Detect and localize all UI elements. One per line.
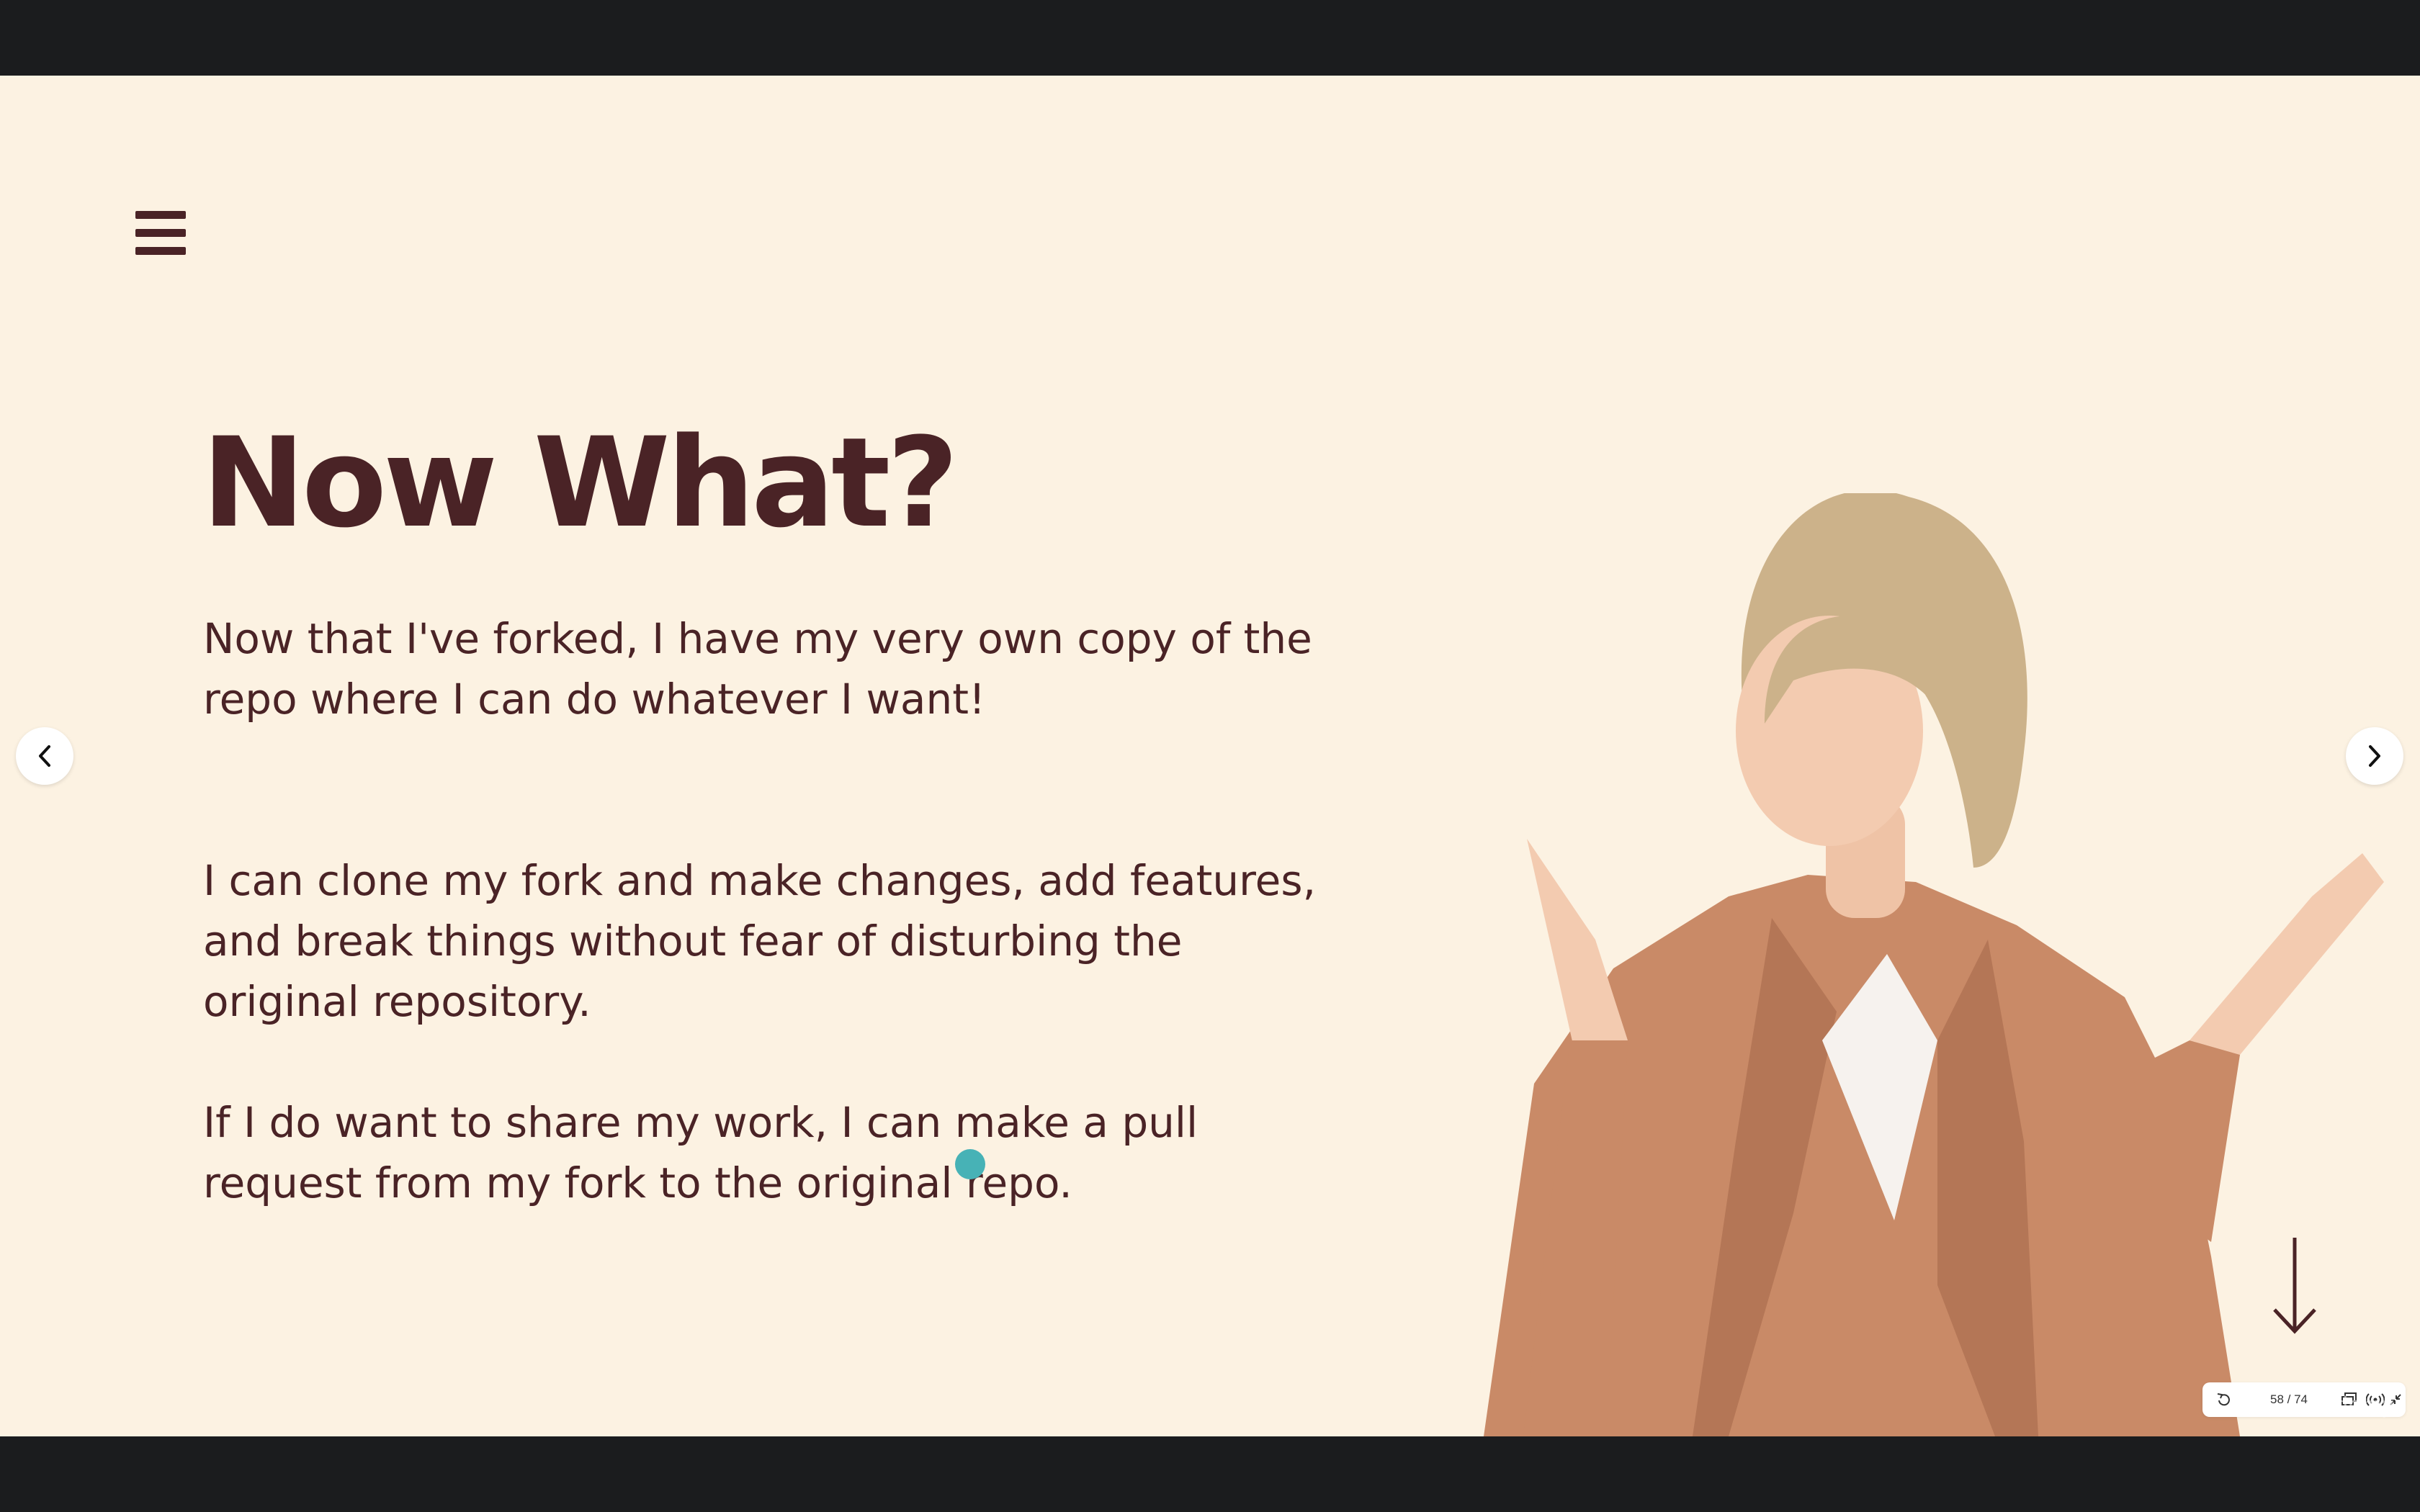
refresh-icon xyxy=(2217,1393,2230,1406)
paragraph-3: If I do want to share my work, I can mak… xyxy=(203,1098,1198,1207)
refresh-button[interactable] xyxy=(2211,1382,2237,1417)
paragraph-2: I can clone my fork and make changes, ad… xyxy=(203,856,1317,1026)
presenter-image xyxy=(1484,493,2384,1436)
letterbox-bottom xyxy=(0,1436,2420,1512)
menu-icon[interactable] xyxy=(135,208,186,258)
arrow-down-icon[interactable] xyxy=(2269,1235,2321,1336)
slide-title: Now What? xyxy=(202,410,959,555)
letterbox-top xyxy=(0,0,2420,76)
mouse-cursor-indicator xyxy=(955,1149,985,1179)
previous-slide-button[interactable] xyxy=(16,727,73,785)
watermark-logo: Udemy xyxy=(2318,1392,2395,1418)
slide: Now What? Now that I've forked, I have m… xyxy=(0,76,2420,1436)
chevron-left-icon xyxy=(39,745,50,767)
paragraph-1: Now that I've forked, I have my very own… xyxy=(203,614,1312,724)
